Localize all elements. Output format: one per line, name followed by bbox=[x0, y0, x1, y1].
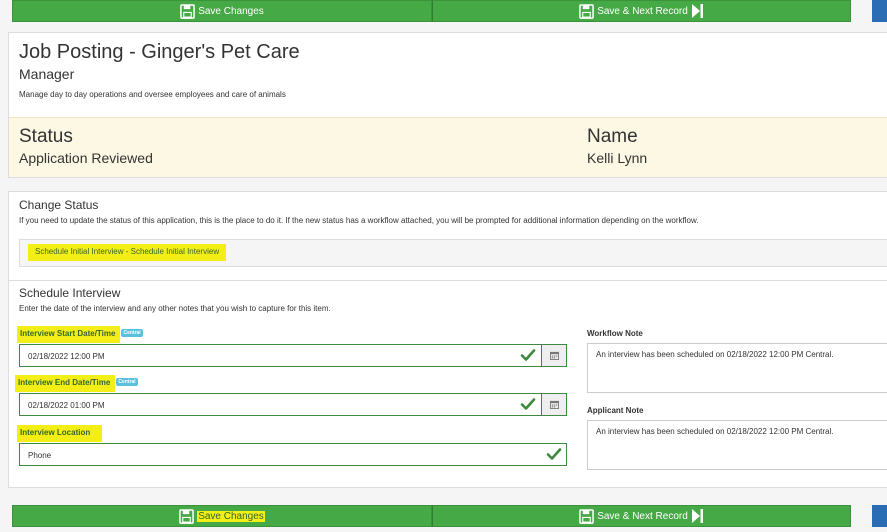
applicant-note-label: Applicant Note bbox=[587, 406, 644, 415]
applicant-note-textarea[interactable]: An interview has been scheduled on 02/18… bbox=[587, 420, 887, 470]
schedule-interview-section: Schedule Interview Enter the date of the… bbox=[19, 286, 887, 313]
status-summary-band: Status Application Reviewed Name Kelli L… bbox=[9, 117, 887, 177]
status-block: Status Application Reviewed bbox=[19, 126, 153, 166]
location-label: Interview Location bbox=[17, 425, 103, 442]
save-changes-button-top[interactable]: Save Changes bbox=[12, 0, 432, 22]
end-date-input[interactable]: 02/18/2022 01:00 PM bbox=[19, 393, 567, 416]
blue-action-button-top[interactable] bbox=[872, 0, 887, 22]
save-next-label: Save & Next Record bbox=[597, 510, 688, 522]
schedule-interview-title: Schedule Interview bbox=[19, 286, 121, 300]
start-date-input[interactable]: 02/18/2022 12:00 PM bbox=[19, 344, 567, 367]
valid-check-icon bbox=[520, 349, 536, 361]
status-label: Status bbox=[19, 126, 73, 147]
save-changes-label: Save Changes bbox=[198, 5, 264, 17]
calendar-button[interactable] bbox=[541, 345, 566, 366]
calendar-button[interactable] bbox=[541, 394, 566, 415]
save-next-record-button-top[interactable]: Save & Next Record bbox=[432, 0, 851, 22]
name-label: Name bbox=[587, 126, 638, 147]
schedule-interview-description: Enter the date of the interview and any … bbox=[19, 304, 331, 313]
status-select[interactable]: Schedule Initial Interview - Schedule In… bbox=[19, 239, 887, 267]
floppy-disk-icon bbox=[579, 3, 594, 19]
save-changes-label: Save Changes bbox=[197, 510, 265, 522]
floppy-disk-icon bbox=[579, 508, 594, 524]
save-next-record-button-bottom[interactable]: Save & Next Record bbox=[432, 505, 851, 527]
floppy-disk-icon bbox=[179, 508, 194, 524]
skip-forward-icon bbox=[691, 4, 703, 18]
applicant-name: Kelli Lynn bbox=[587, 150, 648, 166]
timezone-badge: Central bbox=[121, 329, 143, 337]
floppy-disk-icon bbox=[180, 3, 195, 19]
status-value: Application Reviewed bbox=[19, 150, 153, 166]
blue-action-button-bottom[interactable] bbox=[872, 505, 887, 527]
section-divider bbox=[9, 280, 887, 281]
valid-check-icon bbox=[546, 448, 562, 460]
calendar-icon bbox=[550, 400, 559, 409]
location-input[interactable]: Phone bbox=[19, 443, 567, 466]
skip-forward-icon bbox=[691, 509, 703, 523]
name-block: Name Kelli Lynn bbox=[587, 126, 647, 166]
page-title: Job Posting - Ginger's Pet Care bbox=[19, 41, 300, 63]
change-status-card: Change Status If you need to update the … bbox=[8, 191, 887, 488]
status-select-value: Schedule Initial Interview - Schedule In… bbox=[28, 244, 227, 261]
change-status-title: Change Status bbox=[19, 198, 99, 212]
workflow-note-label: Workflow Note bbox=[587, 329, 643, 338]
workflow-note-textarea[interactable]: An interview has been scheduled on 02/18… bbox=[587, 343, 887, 393]
end-date-label: Interview End Date/Time Central bbox=[15, 375, 138, 392]
job-posting-card: Job Posting - Ginger's Pet Care Manager … bbox=[8, 32, 887, 178]
bottom-toolbar: Save Changes Save & Next Record bbox=[12, 505, 851, 527]
timezone-badge: Central bbox=[116, 378, 138, 386]
start-date-label: Interview Start Date/Time Central bbox=[17, 326, 143, 343]
change-status-description: If you need to update the status of this… bbox=[19, 216, 699, 225]
calendar-icon bbox=[550, 351, 559, 360]
save-next-label: Save & Next Record bbox=[597, 5, 688, 17]
position-title: Manager bbox=[19, 66, 75, 82]
valid-check-icon bbox=[520, 398, 536, 410]
position-description: Manage day to day operations and oversee… bbox=[19, 90, 286, 99]
save-changes-button-bottom[interactable]: Save Changes bbox=[12, 505, 432, 527]
top-toolbar: Save Changes Save & Next Record bbox=[12, 0, 851, 22]
